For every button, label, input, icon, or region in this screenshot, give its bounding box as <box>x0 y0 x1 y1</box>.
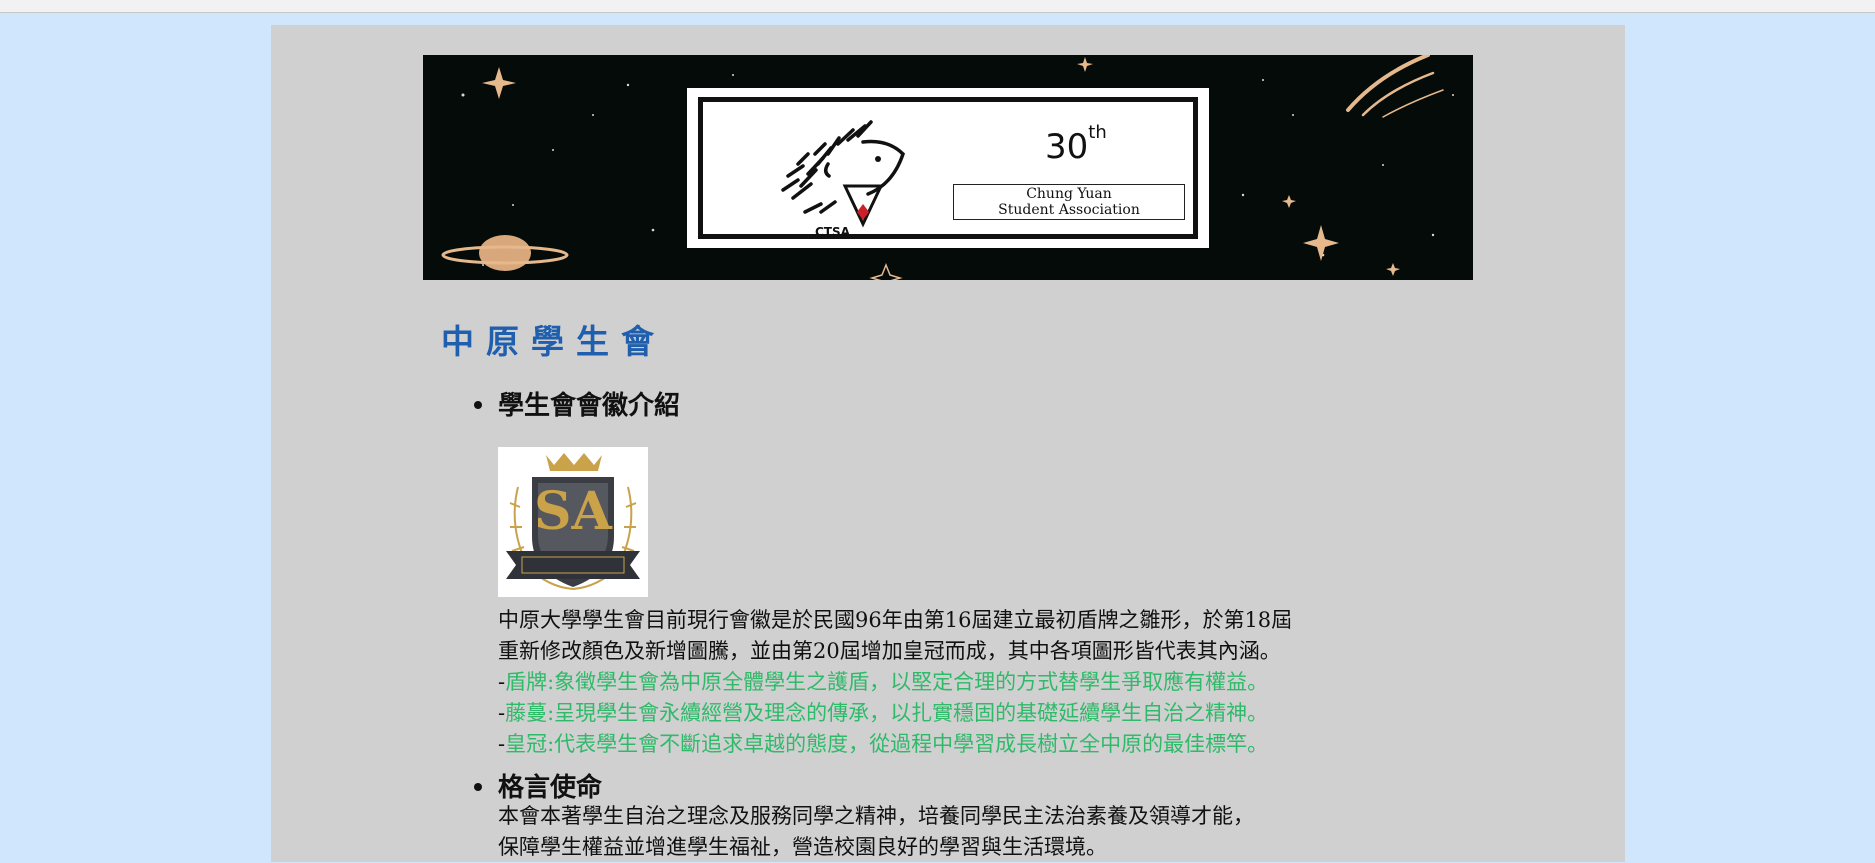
hedgehog-logo: CTSA <box>781 120 906 234</box>
emblem-item: -盾牌:象徵學生會為中原全體學生之護盾，以堅定合理的方式替學生爭取應有權益。 <box>498 667 1292 698</box>
text-line: 中原大學學生會目前現行會徽是於民國96年由第16屆建立最初盾牌之雛形，於第18屆 <box>498 608 1293 632</box>
mission-description: 本會本著學生自治之理念及服務同學之精神，培養同學民主法治素養及領導才能， 保障學… <box>498 801 1254 863</box>
text-line: 本會本著學生自治之理念及服務同學之精神，培養同學民主法治素養及領導才能， <box>498 804 1254 828</box>
logo-card: CTSA 30th Chung Yuan Student Association <box>687 88 1209 248</box>
page-title: 中原學生會 <box>441 322 666 361</box>
emblem-description: 中原大學學生會目前現行會徽是於民國96年由第16屆建立最初盾牌之雛形，於第18屆… <box>498 605 1292 760</box>
association-line2: Student Association <box>998 202 1140 218</box>
browser-top-bar <box>0 0 1875 13</box>
anniversary-label: 30th <box>1045 124 1107 167</box>
item-text: 藤蔓:呈現學生會永續經營及理念的傳承，以扎實穩固的基礎延續學生自治之精神。 <box>505 701 1269 725</box>
emblem-item: -藤蔓:呈現學生會永續經營及理念的傳承，以扎實穩固的基礎延續學生自治之精神。 <box>498 698 1292 729</box>
bullet-icon <box>474 401 482 409</box>
content-panel: CTSA 30th Chung Yuan Student Association… <box>271 25 1625 862</box>
anniversary-suffix: th <box>1088 122 1107 143</box>
association-line1: Chung Yuan <box>1026 186 1112 202</box>
bullet-icon <box>474 783 482 791</box>
header-banner: CTSA 30th Chung Yuan Student Association <box>423 55 1473 280</box>
text-line: 重新修改顏色及新增圖騰，並由第20屆增加皇冠而成，其中各項圖形皆代表其內涵。 <box>498 639 1281 663</box>
emblem-graphic: SA <box>506 453 640 590</box>
section-title-mission: 格言使命 <box>498 773 603 803</box>
section-title-emblem: 學生會會徽介紹 <box>498 391 681 421</box>
emblem-letters: SA <box>534 481 613 542</box>
item-text: 皇冠:代表學生會不斷追求卓越的態度，從過程中學習成長樹立全中原的最佳標竿。 <box>505 732 1269 756</box>
association-name-box: Chung Yuan Student Association <box>953 184 1185 220</box>
emblem-image: SA <box>498 447 648 597</box>
anniversary-number: 30 <box>1045 127 1089 167</box>
item-text: 盾牌:象徵學生會為中原全體學生之護盾，以堅定合理的方式替學生爭取應有權益。 <box>505 670 1269 694</box>
logo-frame: CTSA 30th Chung Yuan Student Association <box>698 97 1198 239</box>
text-line: 保障學生權益並增進學生福祉，營造校園良好的學習與生活環境。 <box>498 835 1107 859</box>
emblem-item: -皇冠:代表學生會不斷追求卓越的態度，從過程中學習成長樹立全中原的最佳標竿。 <box>498 729 1292 760</box>
logo-caption: CTSA <box>815 225 851 234</box>
